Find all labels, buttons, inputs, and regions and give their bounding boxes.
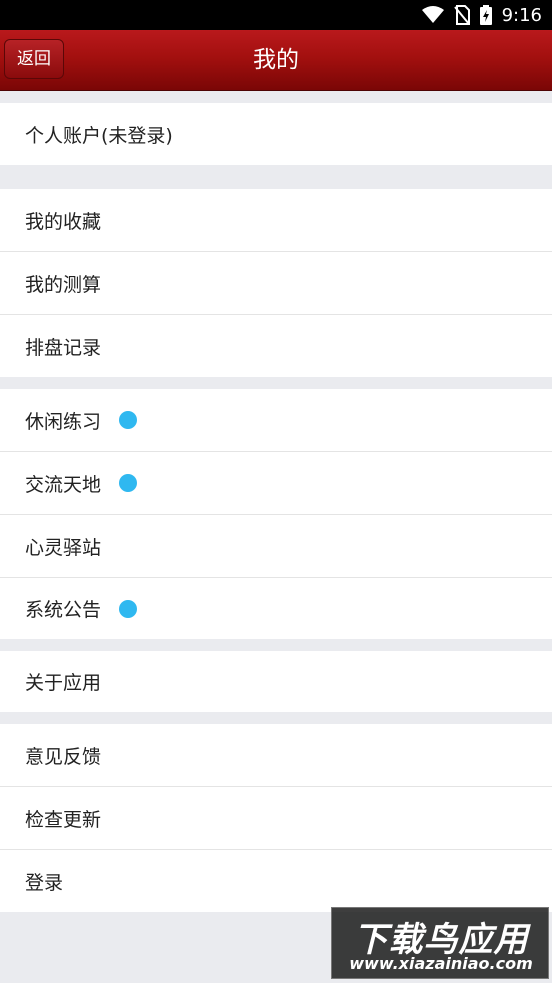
status-icons: 9:16 [421, 0, 542, 30]
list-item-label: 我的测算 [25, 273, 102, 296]
list-item-soul-station[interactable]: 心灵驿站 [0, 515, 552, 578]
status-bar: 9:16 [0, 0, 552, 30]
section-gap [0, 377, 552, 389]
list-item-community[interactable]: 交流天地 [0, 452, 552, 515]
menu-list: 个人账户(未登录) 我的收藏 我的测算 排盘记录 休闲练习 交流天地 心灵驿站 … [0, 91, 552, 912]
list-item-label: 意见反馈 [25, 745, 102, 768]
section-gap [0, 712, 552, 724]
list-item-label: 交流天地 [25, 473, 102, 496]
new-badge-dot [119, 599, 138, 618]
battery-charging-icon [479, 5, 492, 25]
list-item-login[interactable]: 登录 [0, 850, 552, 912]
list-item-label: 心灵驿站 [25, 536, 102, 559]
list-item-favorites[interactable]: 我的收藏 [0, 189, 552, 252]
section-gap [0, 639, 552, 651]
list-item-label: 关于应用 [25, 672, 102, 694]
list-item-label: 排盘记录 [25, 336, 102, 359]
nav-bar: 返回 我的 [0, 30, 552, 91]
section-gap [0, 91, 552, 103]
list-item-label: 休闲练习 [25, 410, 102, 433]
list-item-calculations[interactable]: 我的测算 [0, 252, 552, 315]
status-time: 9:16 [501, 4, 542, 26]
list-item-label: 我的收藏 [25, 210, 102, 233]
list-item-account[interactable]: 个人账户(未登录) [0, 103, 552, 165]
list-item-label: 登录 [25, 871, 64, 894]
new-badge-dot [119, 411, 138, 429]
watermark-url: www.xiazainiao.com [349, 954, 533, 973]
wifi-icon [421, 6, 444, 24]
list-item-feedback[interactable]: 意见反馈 [0, 724, 552, 787]
no-sim-icon [453, 5, 470, 25]
new-badge-dot [119, 474, 138, 492]
list-item-check-update[interactable]: 检查更新 [0, 787, 552, 850]
section-gap [0, 165, 552, 189]
watermark-logo: 下载鸟应用 www.xiazainiao.com [331, 907, 549, 979]
list-item-chart-records[interactable]: 排盘记录 [0, 315, 552, 377]
list-item-announcements[interactable]: 系统公告 [0, 578, 552, 639]
page-title: 我的 [253, 47, 299, 73]
list-item-label: 系统公告 [25, 599, 102, 621]
list-item-about[interactable]: 关于应用 [0, 651, 552, 712]
list-item-label: 检查更新 [25, 808, 102, 831]
list-item-label: 个人账户(未登录) [25, 124, 173, 147]
list-item-leisure-practice[interactable]: 休闲练习 [0, 389, 552, 452]
